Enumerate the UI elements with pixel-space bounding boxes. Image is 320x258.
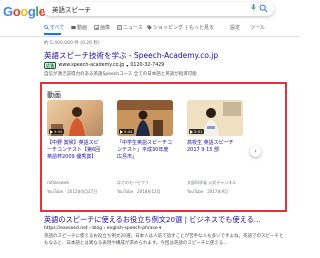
chevron-right-icon: › [254,147,257,155]
tab-images[interactable]: 画像 [94,24,110,31]
video-meta: YouTube 2018年12月 [117,189,161,195]
result-url[interactable]: https://exeseed.net › blog › english-spe… [44,226,161,231]
video-channel: 文部科学省 公式チャンネル [187,180,237,185]
search-tabs: すべて 動画 画像 ニュース ショッピング もっと見る 設定 ツール [44,24,294,34]
video-duration: 5:55 [49,129,64,134]
video-duration: 2:51 [189,129,204,134]
ad-url[interactable]: www.speech-academy.co.jp [58,63,124,68]
video-thumbnail[interactable]: 5:44 [117,100,173,136]
duration-text: 5:44 [124,129,133,134]
result-stats: 約 5,400,000 件 (0.26 秒) [44,41,100,46]
tab-shopping[interactable]: ショッピング [147,24,183,31]
search-icon[interactable] [259,4,268,13]
play-icon [120,129,123,134]
video-title[interactable]: 高校生 英語スピーチ 2017 9 15 部 [187,140,243,154]
video-source: YouTube [187,189,204,194]
ad-phone[interactable]: 0120-32-7429 [130,63,164,68]
chevron-down-icon[interactable]: ▾ [126,63,128,68]
search-input[interactable]: 英語スピーチ [52,4,91,14]
video-meta: YouTube 2012年6月27日 [47,189,97,195]
tab-settings[interactable]: 設定 [230,24,240,31]
tag-icon [147,25,152,30]
video-thumbnail[interactable]: 2:51 [187,100,243,136]
ad-title-link[interactable]: 英語スピーチ技術を学ぶ - Speech-Academy.co.jp [44,50,218,61]
result-description: 英語のスピーチに使えるお役立ち例文20選。日本人は人前で話すことが苦手な人も多い… [44,234,284,246]
search-icon [44,25,49,30]
tab-label: 設定 [230,25,241,31]
video-meta: YouTube 2017年9月 [187,189,228,195]
video-date: 2018年12月 [137,189,161,194]
video-card[interactable]: 5:55 【中野 賞候】英語スピーチコンテスト【第6回 英語杯2009 優秀賞】… [47,100,103,198]
video-source: YouTube [47,189,64,194]
video-date: 2017年9月 [207,189,228,194]
video-icon [71,25,76,30]
more-icon [186,25,187,30]
video-title[interactable]: 「中学生英語スピーチコンテスト」平成30年度 広島市」 [117,140,173,161]
tab-videos[interactable]: 動画 [71,24,87,31]
tab-label: 画像 [100,25,111,31]
video-title[interactable]: 【中野 賞候】英語スピーチコンテスト【第6回 英語杯2009 優秀賞】 [47,140,103,161]
video-date: 2012年6月27日 [67,189,98,194]
video-source: YouTube [117,189,134,194]
ad-description: 自信が湧き説得力のある英語Speechコース 全ての日本語と英語が指導可能 [44,72,197,77]
result-title-link[interactable]: 英語のスピーチに使えるお役立ち例文20選 | ビジネスでも使える... [44,215,261,225]
active-tab-indicator [44,33,61,35]
play-icon [190,129,193,134]
video-section-heading: 動画 [47,91,61,99]
google-logo[interactable]: Google [3,4,46,19]
video-card[interactable]: 2:51 高校生 英語スピーチ 2017 9 15 部 文部科学省 公式チャンネ… [187,100,243,198]
tab-tools[interactable]: ツール [250,24,265,31]
search-box[interactable]: 英語スピーチ [44,2,274,16]
video-channel: rafalesweb [47,180,69,185]
tab-more[interactable]: もっと見る [185,24,214,31]
tab-news[interactable]: ニュース [117,24,143,31]
ad-badge: 広告 [44,62,57,69]
play-icon [50,129,53,134]
logo-letter: o [20,4,28,19]
tab-label: すべて [50,25,65,31]
carousel-next-button[interactable]: › [250,146,261,157]
logo-letter: G [3,4,13,19]
tab-label: ニュース [123,25,143,31]
ad-url-line: 広告 www.speech-academy.co.jp ▾ 0120-32-74… [44,62,164,69]
duration-text: 5:55 [54,129,63,134]
video-card[interactable]: 5:44 「中学生英語スピーチコンテスト」平成30年度 広島市」 はてのモーピク… [117,100,173,198]
video-thumbnail[interactable]: 5:55 [47,100,103,136]
header-divider [0,36,300,37]
tab-label: 動画 [77,25,88,31]
image-icon [94,25,99,30]
tab-label: ツール [250,25,266,31]
news-icon [117,25,122,30]
tab-label: もっと見る [189,25,215,31]
video-duration: 5:44 [119,129,134,134]
video-channel: はてのモーピクう [117,180,149,185]
microphone-icon[interactable] [251,4,256,12]
tab-label: ショッピング [153,25,184,31]
tab-all[interactable]: すべて [44,24,64,31]
duration-text: 2:51 [194,129,203,134]
